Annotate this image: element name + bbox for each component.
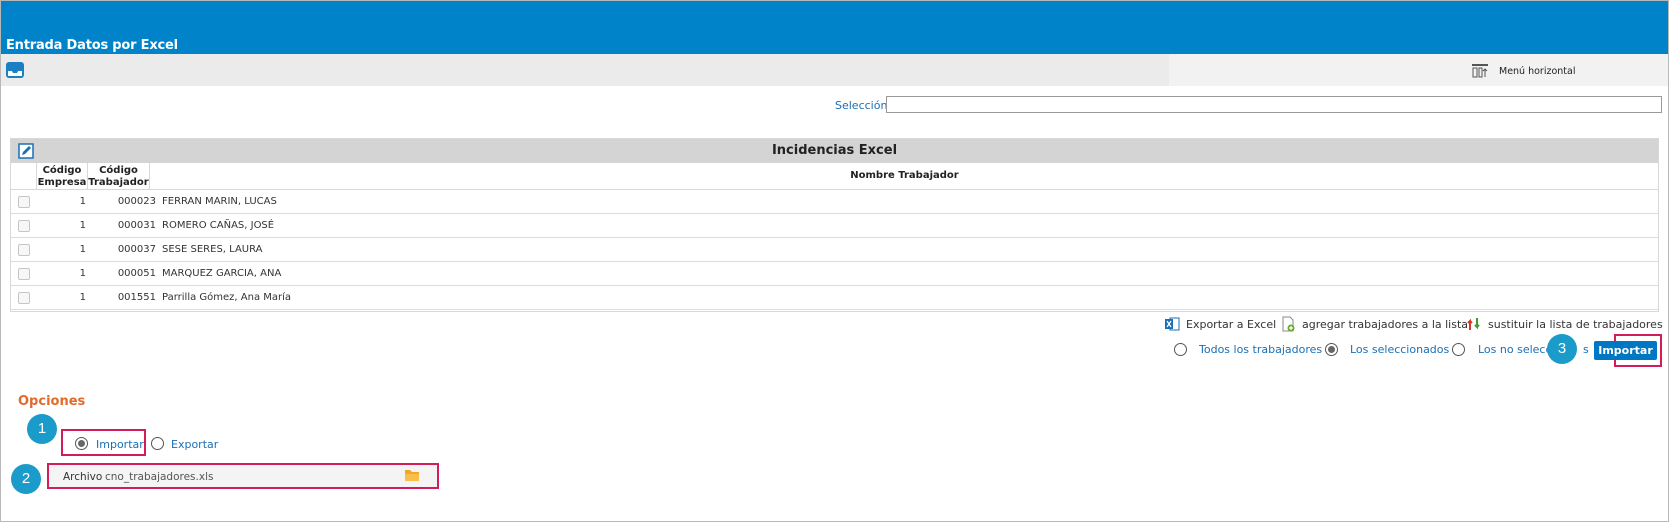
cell-codigo: 000023 bbox=[117, 196, 156, 207]
archivo-label: Archivo bbox=[63, 471, 103, 483]
cell-nombre: Parrilla Gómez, Ana María bbox=[162, 292, 292, 303]
radio-importar-label[interactable]: Importar bbox=[96, 438, 144, 451]
cell-nombre: MARQUEZ GARCIA, ANA bbox=[162, 268, 282, 279]
row-checkbox[interactable] bbox=[18, 268, 30, 280]
table-row[interactable]: 1 000037 SESE SERES, LAURA bbox=[11, 238, 1658, 262]
checkbox-column-header bbox=[11, 163, 37, 190]
folder-icon[interactable] bbox=[404, 468, 420, 482]
radio-exportar-label[interactable]: Exportar bbox=[171, 438, 218, 451]
row-checkbox[interactable] bbox=[18, 196, 30, 208]
cell-nombre: ROMERO CAÑAS, JOSÉ bbox=[162, 220, 275, 231]
cell-nombre: SESE SERES, LAURA bbox=[162, 244, 263, 255]
step-badge-2: 2 bbox=[11, 464, 41, 494]
cell-codigo: 001551 bbox=[117, 292, 156, 303]
radio-no-seleccionados-label-tail[interactable]: s bbox=[1583, 343, 1589, 356]
cell-codigo: 000037 bbox=[117, 244, 156, 255]
replace-list-label: sustituir la lista de trabajadores bbox=[1488, 317, 1663, 331]
radio-todos-label[interactable]: Todos los trabajadores bbox=[1199, 343, 1322, 356]
table-row[interactable]: 1 000031 ROMERO CAÑAS, JOSÉ bbox=[11, 214, 1658, 238]
cell-empresa: 1 bbox=[79, 292, 86, 303]
table-row[interactable]: 1 001551 Parrilla Gómez, Ana María bbox=[11, 286, 1658, 310]
radio-importar[interactable] bbox=[75, 437, 88, 450]
radio-todos[interactable] bbox=[1174, 343, 1187, 356]
replace-list-action[interactable]: sustituir la lista de trabajadores bbox=[1466, 315, 1663, 333]
menu-horizontal-button[interactable]: Menú horizontal bbox=[1471, 63, 1576, 79]
options-heading: Opciones bbox=[18, 394, 86, 409]
grid-header: Incidencias Excel bbox=[11, 139, 1658, 163]
importar-button[interactable]: Importar bbox=[1594, 341, 1657, 360]
radio-seleccionados-label[interactable]: Los seleccionados bbox=[1350, 343, 1449, 356]
window-title: Entrada Datos por Excel bbox=[6, 38, 178, 53]
selection-input[interactable] bbox=[886, 96, 1662, 113]
selection-label: Selección bbox=[835, 99, 888, 112]
export-excel-action[interactable]: Exportar a Excel bbox=[1164, 315, 1276, 333]
add-workers-label: agregar trabajadores a la lista bbox=[1302, 317, 1469, 331]
column-header-empresa[interactable]: Código Empresa bbox=[37, 163, 88, 190]
table-row[interactable]: 1 000051 MARQUEZ GARCIA, ANA bbox=[11, 262, 1658, 286]
column-header-trabajador[interactable]: Código Trabajador bbox=[88, 163, 150, 190]
add-workers-action[interactable]: agregar trabajadores a la lista bbox=[1280, 315, 1468, 333]
incidencias-grid: Incidencias Excel Código Empresa Código … bbox=[10, 138, 1659, 312]
step-badge-3: 3 bbox=[1547, 334, 1577, 364]
cell-nombre: FERRAN MARIN, LUCAS bbox=[162, 196, 277, 207]
step-badge-1: 1 bbox=[27, 414, 57, 444]
toolbar: Menú horizontal bbox=[1, 54, 1668, 86]
row-checkbox[interactable] bbox=[18, 220, 30, 232]
cell-empresa: 1 bbox=[79, 196, 86, 207]
row-checkbox[interactable] bbox=[18, 292, 30, 304]
grid-title: Incidencias Excel bbox=[771, 143, 898, 158]
cell-empresa: 1 bbox=[79, 244, 86, 255]
add-document-icon bbox=[1282, 316, 1295, 332]
export-excel-label: Exportar a Excel bbox=[1186, 317, 1277, 331]
cell-empresa: 1 bbox=[79, 220, 86, 231]
row-checkbox[interactable] bbox=[18, 244, 30, 256]
menu-horizontal-icon bbox=[1472, 64, 1488, 78]
menu-horizontal-label: Menú horizontal bbox=[1499, 65, 1576, 77]
radio-exportar[interactable] bbox=[151, 437, 164, 450]
archivo-value: cno_trabajadores.xls bbox=[105, 471, 214, 483]
radio-seleccionados[interactable] bbox=[1325, 343, 1338, 356]
cell-codigo: 000031 bbox=[117, 220, 156, 231]
cell-codigo: 000051 bbox=[117, 268, 156, 279]
column-header-nombre[interactable]: Nombre Trabajador bbox=[150, 163, 1659, 190]
table-row[interactable]: 1 000023 FERRAN MARIN, LUCAS bbox=[11, 190, 1658, 214]
excel-icon bbox=[1165, 317, 1180, 331]
title-bar: Entrada Datos por Excel bbox=[1, 1, 1668, 54]
cell-empresa: 1 bbox=[79, 268, 86, 279]
radio-no-seleccionados[interactable] bbox=[1452, 343, 1465, 356]
swap-icon bbox=[1467, 318, 1480, 330]
toolbar-right-area bbox=[1169, 54, 1668, 86]
inbox-icon[interactable] bbox=[5, 61, 25, 79]
